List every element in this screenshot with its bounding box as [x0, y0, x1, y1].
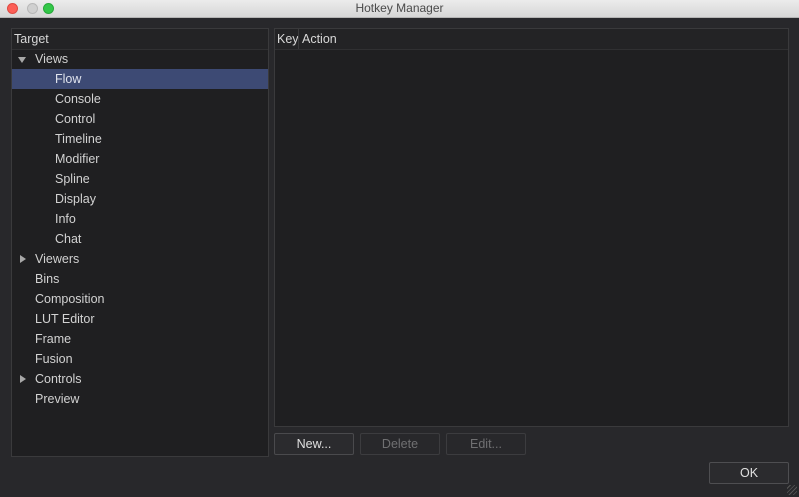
tree-item-frame[interactable]: Frame — [12, 329, 268, 349]
tree-item-chat[interactable]: Chat — [12, 229, 268, 249]
tree-item-composition[interactable]: Composition — [12, 289, 268, 309]
tree-item-label: Control — [55, 112, 96, 126]
tree-item-label: Views — [35, 52, 69, 66]
tree-item-label: Controls — [35, 372, 82, 386]
tree-item-lut-editor[interactable]: LUT Editor — [12, 309, 268, 329]
resize-grip[interactable] — [787, 485, 797, 495]
tree-item-timeline[interactable]: Timeline — [12, 129, 268, 149]
ok-button[interactable]: OK — [709, 462, 789, 484]
title-bar: Hotkey Manager — [0, 0, 799, 18]
tree-item-fusion[interactable]: Fusion — [12, 349, 268, 369]
tree-item-label: Spline — [55, 172, 90, 186]
tree-item-modifier[interactable]: Modifier — [12, 149, 268, 169]
tree-item-preview[interactable]: Preview — [12, 389, 268, 409]
tree-item-label: Flow — [55, 72, 82, 86]
hotkey-table-body[interactable] — [275, 49, 788, 426]
tree-item-bins[interactable]: Bins — [12, 269, 268, 289]
tree-item-flow[interactable]: Flow — [12, 69, 268, 89]
tree-item-label: Viewers — [35, 252, 80, 266]
tree-item-label: Frame — [35, 332, 72, 346]
target-header-label: Target — [14, 32, 49, 46]
key-column-header[interactable]: Key — [277, 29, 299, 49]
disclosure-right-icon[interactable] — [20, 255, 26, 263]
tree-item-display[interactable]: Display — [12, 189, 268, 209]
tree-item-label: Fusion — [35, 352, 73, 366]
tree-item-label: Chat — [55, 232, 82, 246]
tree-item-spline[interactable]: Spline — [12, 169, 268, 189]
hotkey-table-header: Key Action — [275, 29, 788, 50]
tree-item-views[interactable]: Views — [12, 49, 268, 69]
tree-item-label: Preview — [35, 392, 80, 406]
tree-item-label: Display — [55, 192, 96, 206]
tree-item-label: Timeline — [55, 132, 102, 146]
tree-item-label: Info — [55, 212, 76, 226]
window-title: Hotkey Manager — [355, 1, 444, 15]
tree-item-info[interactable]: Info — [12, 209, 268, 229]
disclosure-right-icon[interactable] — [20, 375, 26, 383]
action-column-header[interactable]: Action — [302, 29, 337, 49]
delete-hotkey-button[interactable]: Delete — [360, 433, 440, 455]
tree-item-label: LUT Editor — [35, 312, 95, 326]
tree-item-label: Composition — [35, 292, 105, 306]
hotkey-table-panel: Key Action — [274, 28, 789, 427]
tree-item-control[interactable]: Control — [12, 109, 268, 129]
tree-item-controls[interactable]: Controls — [12, 369, 268, 389]
new-hotkey-button[interactable]: New... — [274, 433, 354, 455]
tree-item-viewers[interactable]: Viewers — [12, 249, 268, 269]
tree-item-console[interactable]: Console — [12, 89, 268, 109]
tree-item-label: Bins — [35, 272, 60, 286]
target-tree-panel: Target Views Flow Console Control Timeline Mo… — [11, 28, 269, 457]
column-divider[interactable] — [298, 29, 299, 49]
target-tree: Views Flow Console Control Timeline Modifier S… — [12, 49, 268, 409]
target-header[interactable]: Target — [12, 29, 268, 50]
tree-item-label: Console — [55, 92, 101, 106]
edit-hotkey-button[interactable]: Edit... — [446, 433, 526, 455]
disclosure-down-icon[interactable] — [18, 57, 26, 63]
tree-item-label: Modifier — [55, 152, 100, 166]
